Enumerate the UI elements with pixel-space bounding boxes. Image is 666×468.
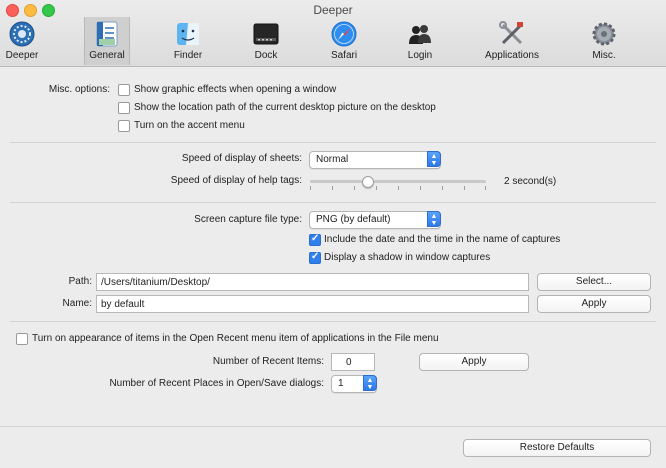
tab-safari-label: Safari [330, 50, 358, 61]
slider-tick [442, 186, 443, 190]
sheets-speed-label: Speed of display of sheets: [181, 153, 302, 164]
deeper-icon [9, 21, 35, 47]
tab-dock[interactable]: Dock [244, 17, 288, 65]
help-tags-slider-knob[interactable] [362, 176, 375, 188]
tab-finder-label: Finder [173, 50, 203, 61]
recent-places-value: 1 [338, 378, 344, 389]
slider-tick [354, 186, 355, 190]
apply-recent-items-button[interactable]: Apply [419, 353, 529, 371]
apply-name-button[interactable]: Apply [537, 295, 651, 313]
capture-date-checkbox[interactable] [309, 233, 321, 246]
help-tags-speed-label: Speed of display of help tags: [170, 175, 302, 186]
capture-type-value: PNG (by default) [316, 214, 391, 225]
desktop-path-checkbox[interactable] [118, 102, 130, 114]
capture-type-select[interactable]: PNG (by default) ▲ ▼ [309, 211, 441, 229]
name-field[interactable]: by default [96, 295, 529, 313]
popup-arrows-icon: ▲ ▼ [427, 211, 441, 227]
login-icon [409, 25, 431, 44]
tab-deeper[interactable]: Deeper [0, 17, 44, 65]
tab-safari[interactable]: Safari [322, 17, 366, 65]
path-field[interactable]: /Users/titanium/Desktop/ [96, 273, 529, 291]
toolbar: Deeper Deeper General Finder Dock Safari… [0, 0, 666, 67]
tab-dock-label: Dock [254, 50, 278, 61]
safari-icon [331, 21, 357, 47]
tab-applications[interactable]: Applications [480, 17, 544, 65]
window-title: Deeper [313, 3, 353, 17]
graphic-effects-checkbox[interactable] [118, 84, 130, 96]
deeper-window: Deeper Deeper General Finder Dock Safari… [0, 0, 666, 468]
tab-applications-label: Applications [485, 50, 539, 61]
graphic-effects-label: Show graphic effects when opening a wind… [134, 84, 337, 95]
applications-icon [499, 21, 523, 45]
tab-login-label: Login [407, 50, 433, 61]
path-label: Path: [68, 276, 92, 287]
recent-items-field[interactable]: 0 [331, 353, 375, 371]
name-value: by default [101, 299, 145, 310]
recent-items-label: Number of Recent Items: [212, 356, 324, 367]
separator [10, 142, 656, 143]
help-tags-speed-value: 2 second(s) [504, 176, 557, 187]
separator [0, 426, 666, 427]
finder-icon [177, 23, 199, 45]
slider-tick [464, 186, 465, 190]
open-recent-checkbox[interactable] [16, 333, 28, 345]
separator [10, 202, 656, 203]
slider-tick [332, 186, 333, 190]
accent-menu-checkbox[interactable] [118, 120, 130, 132]
separator [10, 321, 656, 322]
tab-misc-label: Misc. [592, 50, 616, 61]
tab-general[interactable]: General [84, 17, 130, 65]
path-value: /Users/titanium/Desktop/ [101, 277, 210, 288]
tab-login[interactable]: Login [398, 17, 442, 65]
slider-tick [485, 186, 486, 190]
slider-tick [376, 186, 377, 190]
accent-menu-label: Turn on the accent menu [134, 120, 245, 131]
popup-arrows-icon: ▲ ▼ [427, 151, 441, 167]
name-label: Name: [62, 298, 92, 309]
gear-icon [592, 22, 616, 46]
sheets-speed-select[interactable]: Normal ▲ ▼ [309, 151, 441, 169]
misc-options-label: Misc. options: [48, 84, 110, 95]
dock-icon [253, 23, 279, 45]
capture-shadow-label: Display a shadow in window captures [324, 252, 491, 263]
general-icon [96, 21, 118, 47]
select-path-button[interactable]: Select... [537, 273, 651, 291]
capture-type-label: Screen capture file type: [194, 214, 302, 225]
popup-arrows-icon: ▲ ▼ [363, 375, 377, 391]
sheets-speed-value: Normal [316, 154, 349, 165]
open-recent-label: Turn on appearance of items in the Open … [32, 333, 439, 344]
slider-tick [420, 186, 421, 190]
slider-tick [398, 186, 399, 190]
recent-places-select[interactable]: 1 ▲ ▼ [331, 375, 377, 393]
help-tags-slider-track[interactable] [310, 180, 486, 183]
tab-misc[interactable]: Misc. [582, 17, 626, 65]
capture-date-label: Include the date and the time in the nam… [324, 234, 561, 245]
tab-finder[interactable]: Finder [166, 17, 210, 65]
recent-items-value: 0 [346, 357, 352, 368]
desktop-path-label: Show the location path of the current de… [134, 102, 436, 113]
recent-places-label: Number of Recent Places in Open/Save dia… [109, 378, 324, 389]
slider-tick [310, 186, 311, 190]
tab-general-label: General [89, 50, 125, 61]
restore-defaults-button[interactable]: Restore Defaults [463, 439, 651, 457]
capture-shadow-checkbox[interactable] [309, 251, 321, 264]
tab-deeper-label: Deeper [5, 50, 39, 61]
